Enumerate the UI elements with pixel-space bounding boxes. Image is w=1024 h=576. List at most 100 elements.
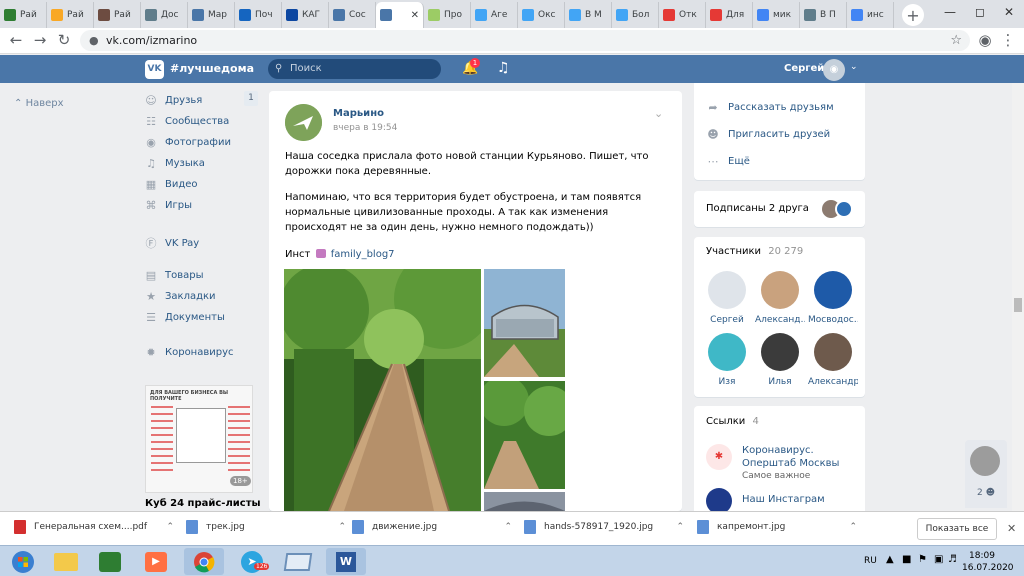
close-window-icon[interactable]: ✕ — [994, 0, 1024, 24]
browser-tab[interactable]: Coc — [329, 2, 376, 28]
member-item[interactable]: Александ… — [755, 271, 805, 325]
download-item[interactable]: движение.jpg ⌃ — [352, 520, 512, 534]
explorer-taskbar-button[interactable] — [46, 548, 86, 575]
window-taskbar-button[interactable] — [278, 548, 318, 575]
scrollbar-thumb[interactable] — [1014, 298, 1022, 312]
browser-tab[interactable]: мик — [753, 2, 800, 28]
browser-tab[interactable]: Рай — [0, 2, 47, 28]
post-photo-path[interactable] — [484, 381, 565, 489]
link-coronavirus[interactable]: Коронавирус. Оперштаб Москвы — [742, 444, 854, 470]
profile-icon[interactable]: ◉ — [975, 31, 995, 49]
member-item[interactable]: Илья — [755, 333, 805, 387]
maximize-icon[interactable]: ◻ — [965, 0, 995, 24]
page-scrollbar[interactable] — [1012, 83, 1024, 511]
browser-tab[interactable]: Рай — [94, 2, 141, 28]
left-nav-item[interactable]: ☷ Сообщества — [145, 115, 229, 128]
scroll-top-link[interactable]: ⌃ Наверх — [14, 98, 64, 109]
left-nav-item[interactable]: ⌘ Игры — [145, 199, 192, 212]
start-button[interactable] — [4, 548, 42, 575]
chrome-taskbar-button[interactable] — [184, 548, 224, 575]
member-item[interactable]: Изя — [702, 333, 752, 387]
vk-hashtag[interactable]: #лучшедома — [170, 62, 254, 75]
browser-tab[interactable]: КАГ — [282, 2, 329, 28]
tray-chevron-icon[interactable]: ▲ — [886, 554, 894, 565]
chevron-up-icon[interactable]: ⌃ — [504, 522, 512, 532]
browser-tab[interactable]: Мар — [188, 2, 235, 28]
browser-tab[interactable]: Отк — [659, 2, 706, 28]
browser-tab[interactable]: ✕ — [376, 2, 424, 28]
member-item[interactable]: Александр — [808, 333, 858, 387]
left-nav-item[interactable]: ☺ Друзья — [145, 94, 202, 107]
system-clock[interactable]: 18:09 16.07.2020 — [962, 550, 1014, 574]
user-avatar[interactable]: ◉ — [823, 59, 845, 81]
download-item[interactable]: капремонт.jpg ⌃ — [697, 520, 857, 534]
member-item[interactable]: Сергей — [702, 271, 752, 325]
post-photo-station[interactable] — [484, 269, 565, 377]
close-tab-icon[interactable]: ✕ — [411, 10, 419, 21]
language-indicator[interactable]: RU — [864, 556, 877, 566]
share-with-friends-action[interactable]: ➦ Рассказать друзьям — [706, 101, 833, 114]
left-nav-item[interactable]: ✹ Коронавирус — [145, 346, 233, 359]
word-taskbar-button[interactable]: W — [326, 548, 366, 575]
instagram-tag[interactable]: family_blog7 — [331, 249, 395, 260]
close-icon[interactable]: ✕ — [1007, 522, 1016, 535]
vk-search-input[interactable]: ⚲ Поиск — [268, 59, 441, 79]
tray-app-icon[interactable]: ■ — [902, 554, 911, 565]
community-avatar[interactable] — [285, 104, 322, 141]
network-icon[interactable]: ▣ — [934, 554, 943, 565]
post-author[interactable]: Марьино — [333, 108, 384, 119]
members-header[interactable]: Участники 20 279 — [706, 246, 803, 257]
post-photo-more[interactable] — [484, 492, 565, 511]
post-time[interactable]: вчера в 19:54 — [333, 123, 397, 133]
show-all-downloads-button[interactable]: Показать все — [917, 518, 997, 540]
ad-banner[interactable]: ДЛЯ ВАШЕГО БИЗНЕСА ВЫ ПОЛУЧИТЕ 18+ — [145, 385, 253, 493]
browser-tab[interactable]: Рай — [47, 2, 94, 28]
left-nav-item[interactable]: ◉ Фотографии — [145, 136, 231, 149]
browser-tab[interactable]: инс — [847, 2, 894, 28]
player-taskbar-button[interactable]: ▶ — [136, 548, 176, 575]
post-photo-boardwalk[interactable] — [284, 269, 481, 511]
left-nav-item[interactable]: ▦ Видео — [145, 178, 198, 191]
member-item[interactable]: Мосводос… — [808, 271, 858, 325]
browser-tab[interactable]: Про — [424, 2, 471, 28]
flag-icon[interactable]: ⚑ — [918, 554, 927, 565]
left-nav-item[interactable]: ▤ Товары — [145, 269, 204, 282]
reload-icon[interactable]: ↻ — [54, 31, 74, 49]
volume-icon[interactable]: ♬ — [948, 554, 957, 565]
more-action[interactable]: ⋯ Ещё — [706, 155, 750, 168]
chevron-up-icon[interactable]: ⌃ — [166, 522, 174, 532]
menu-dots-icon[interactable]: ⋮ — [998, 31, 1018, 49]
chevron-up-icon[interactable]: ⌃ — [849, 522, 857, 532]
subscribed-friends-card[interactable]: Подписаны 2 друга — [694, 191, 865, 227]
new-tab-button[interactable]: + — [902, 4, 924, 26]
user-name[interactable]: Сергей — [784, 63, 824, 74]
music-icon[interactable]: ♫ — [497, 60, 510, 76]
browser-tab[interactable]: Поч — [235, 2, 282, 28]
download-item[interactable]: hands-578917_1920.jpg ⌃ — [524, 520, 684, 534]
chevron-up-icon[interactable]: ⌃ — [676, 522, 684, 532]
browser-tab[interactable]: В П — [800, 2, 847, 28]
browser-tab[interactable]: Для — [706, 2, 753, 28]
minimize-icon[interactable]: — — [935, 0, 965, 24]
chevron-down-icon[interactable]: ⌄ — [850, 62, 858, 72]
address-bar[interactable]: ● vk.com/izmarino ☆ — [80, 30, 970, 51]
ad-title[interactable]: Куб 24 прайс-листы — [145, 498, 261, 509]
left-nav-item[interactable]: ☰ Документы — [145, 311, 225, 324]
vk-logo[interactable]: VK — [145, 60, 164, 79]
left-nav-item[interactable]: ♫ Музыка — [145, 157, 205, 170]
browser-tab[interactable]: Окс — [518, 2, 565, 28]
download-item[interactable]: трек.jpg ⌃ — [186, 520, 346, 534]
chevron-down-icon[interactable]: ⌄ — [654, 107, 663, 120]
download-item[interactable]: Генеральная схем....pdf ⌃ — [14, 520, 174, 534]
media-taskbar-button[interactable] — [90, 548, 130, 575]
forward-arrow-icon[interactable]: → — [30, 31, 50, 49]
chevron-up-icon[interactable]: ⌃ — [338, 522, 346, 532]
browser-tab[interactable]: Аге — [471, 2, 518, 28]
browser-tab[interactable]: В М — [565, 2, 612, 28]
links-header[interactable]: Ссылки 4 — [706, 416, 759, 427]
telegram-taskbar-button[interactable]: ➤ 126 — [232, 548, 272, 575]
invite-friends-action[interactable]: ☻ Пригласить друзей — [706, 128, 830, 141]
browser-tab[interactable]: Бол — [612, 2, 659, 28]
browser-tab[interactable]: Дос — [141, 2, 188, 28]
link-instagram[interactable]: Наш Инстаграм — [742, 493, 825, 506]
